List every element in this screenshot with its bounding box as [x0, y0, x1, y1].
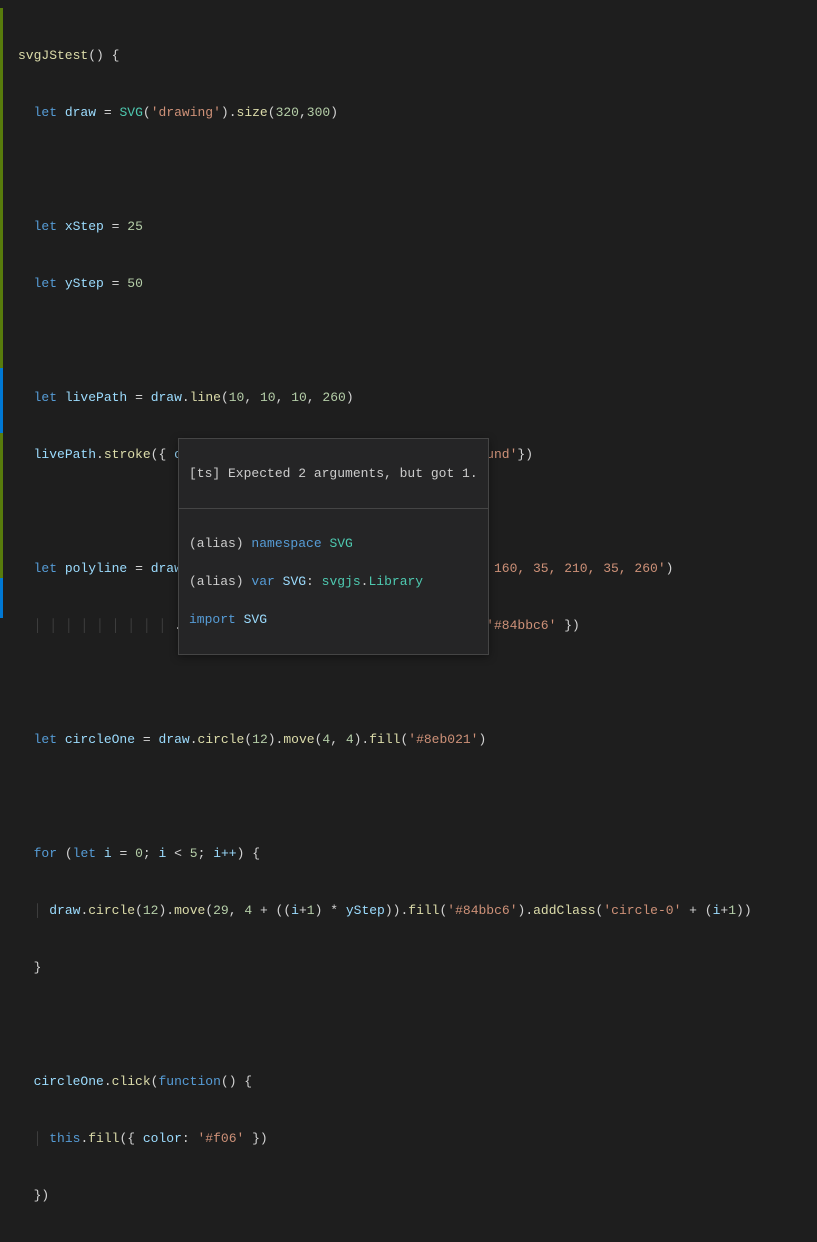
hover-alias-var: (alias) var SVG: svgjs.Library	[189, 572, 478, 591]
hover-error-line: [ts] Expected 2 arguments, but got 1.	[189, 464, 478, 483]
hover-tooltip: [ts] Expected 2 arguments, but got 1. (a…	[178, 438, 489, 655]
hover-alias-namespace: (alias) namespace SVG	[189, 534, 478, 553]
hover-import-line: import SVG	[189, 610, 478, 629]
fn-name: svgJStest	[18, 48, 88, 63]
